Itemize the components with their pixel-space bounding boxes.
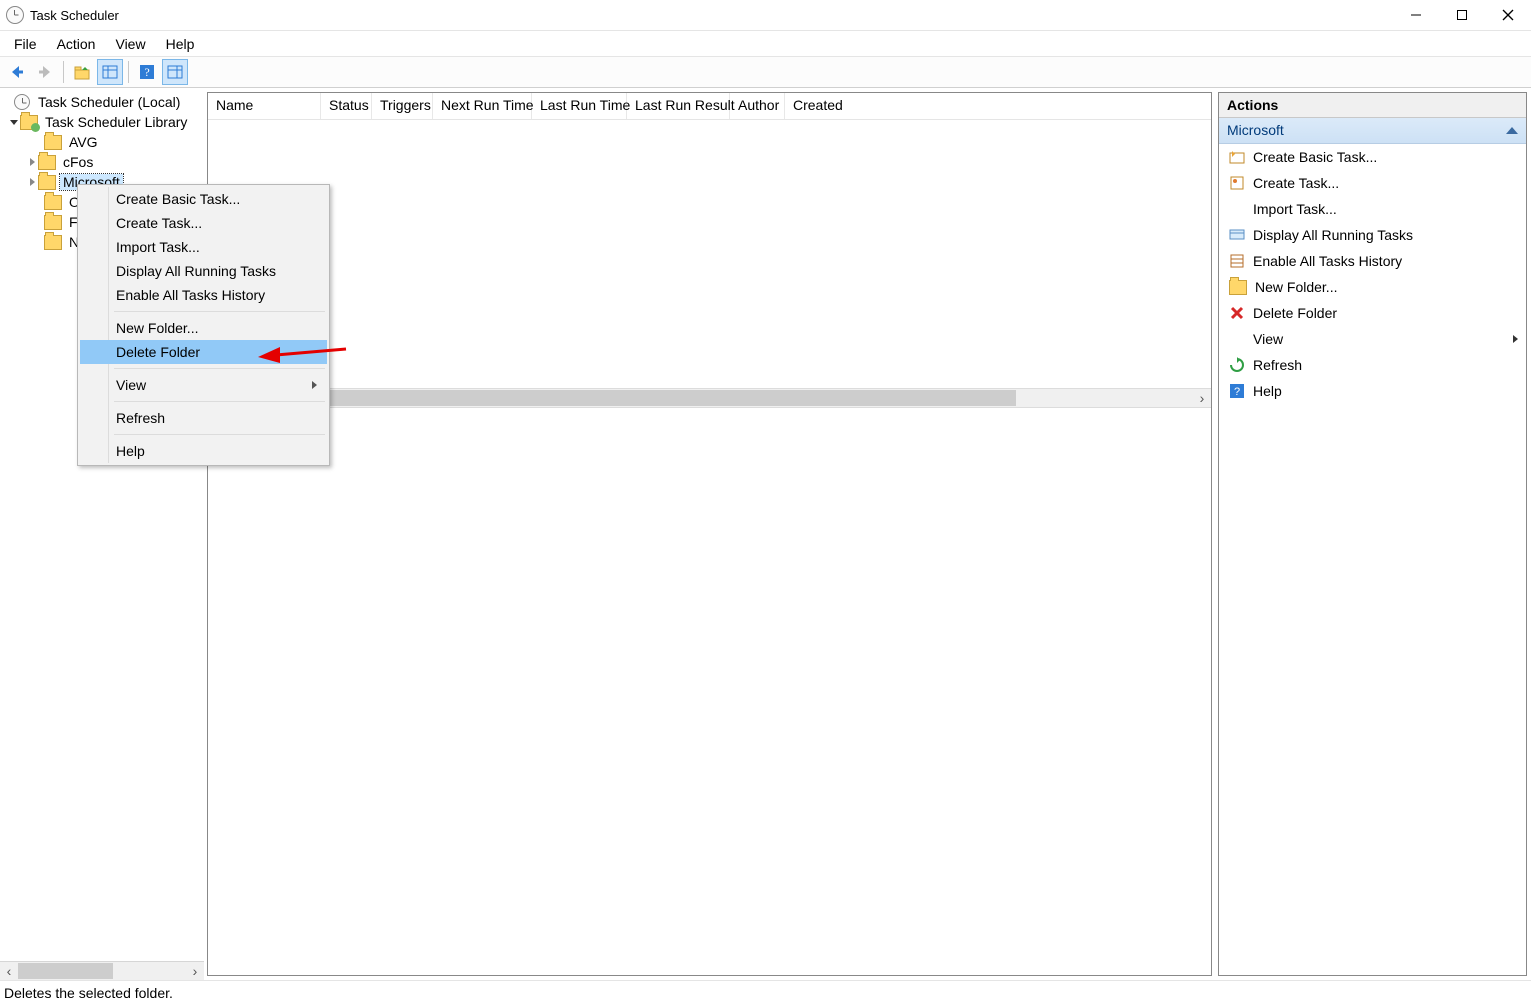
toolbar-forward-button[interactable] [32,59,58,85]
scheduler-icon [14,94,30,110]
ctx-separator [114,311,325,312]
col-triggers[interactable]: Triggers [372,93,433,119]
action-delete-folder[interactable]: Delete Folder [1219,300,1526,326]
tree-horizontal-scrollbar[interactable]: ‹ › [0,961,204,980]
menu-action[interactable]: Action [47,34,106,54]
col-name[interactable]: Name [208,93,321,119]
col-lastres[interactable]: Last Run Result [627,93,730,119]
scroll-right-icon[interactable]: › [186,962,204,980]
action-help[interactable]: ? Help [1219,378,1526,404]
status-bar: Deletes the selected folder. [0,980,1531,1001]
folder-icon [44,235,62,250]
toolbar-help-button[interactable]: ? [134,59,160,85]
tree-folder-cfos[interactable]: cFos [0,152,204,172]
col-nextrun[interactable]: Next Run Time [433,93,532,119]
ctx-separator [114,401,325,402]
delete-icon [1229,305,1245,321]
status-text: Deletes the selected folder. [4,985,173,1001]
col-status[interactable]: Status [321,93,372,119]
context-menu: Create Basic Task... Create Task... Impo… [77,184,330,466]
folder-icon [44,135,62,150]
folder-icon [44,195,62,210]
scroll-right-icon[interactable]: › [1193,389,1211,407]
action-enable-history[interactable]: Enable All Tasks History [1219,248,1526,274]
titlebar: Task Scheduler [0,0,1531,31]
window-title: Task Scheduler [30,8,119,23]
action-view[interactable]: View [1219,326,1526,352]
ctx-create-basic-task[interactable]: Create Basic Task... [80,187,327,211]
ctx-import-task[interactable]: Import Task... [80,235,327,259]
folder-icon [1229,280,1247,295]
svg-text:?: ? [1234,386,1240,398]
expander-icon[interactable] [26,176,38,188]
tree-root[interactable]: Task Scheduler (Local) [0,92,204,112]
expander-icon[interactable] [8,116,20,128]
toolbar-actionpane-button[interactable] [162,59,188,85]
minimize-button[interactable] [1393,0,1439,30]
empty-icon [1229,331,1245,347]
folder-icon [38,155,56,170]
list-header: Name Status Triggers Next Run Time Last … [208,93,1211,120]
display-icon [1229,227,1245,243]
collapse-icon [1506,127,1518,134]
ctx-separator [114,368,325,369]
action-create-basic-task[interactable]: Create Basic Task... [1219,144,1526,170]
submenu-icon [1513,335,1518,343]
menu-help[interactable]: Help [156,34,205,54]
toolbar-separator [63,61,64,83]
toolbar-console-tree-button[interactable] [97,59,123,85]
toolbar: ? [0,57,1531,88]
folder-icon [44,215,62,230]
list-horizontal-scrollbar[interactable]: › [208,388,1211,408]
task-icon [1229,175,1245,191]
ctx-enable-history[interactable]: Enable All Tasks History [80,283,327,307]
actions-header: Actions [1219,93,1526,118]
ctx-separator [114,434,325,435]
submenu-icon [312,381,317,389]
action-new-folder[interactable]: New Folder... [1219,274,1526,300]
empty-icon [1229,201,1245,217]
col-author[interactable]: Author [730,93,785,119]
wizard-icon [1229,149,1245,165]
ctx-refresh[interactable]: Refresh [80,406,327,430]
toolbar-back-button[interactable] [4,59,30,85]
ctx-view[interactable]: View [80,373,327,397]
action-import-task[interactable]: Import Task... [1219,196,1526,222]
svg-text:?: ? [144,65,149,79]
actions-pane: Actions Microsoft Create Basic Task... C… [1218,92,1527,976]
expander-icon[interactable] [26,156,38,168]
help-icon: ? [1229,383,1245,399]
ctx-create-task[interactable]: Create Task... [80,211,327,235]
toolbar-up-button[interactable] [69,59,95,85]
scroll-thumb[interactable] [18,963,113,979]
scroll-left-icon[interactable]: ‹ [0,962,18,980]
tree-library[interactable]: Task Scheduler Library [0,112,204,132]
close-button[interactable] [1485,0,1531,30]
action-display-running[interactable]: Display All Running Tasks [1219,222,1526,248]
toolbar-separator [128,61,129,83]
actions-group-header[interactable]: Microsoft [1219,118,1526,144]
menu-view[interactable]: View [105,34,155,54]
col-lastrun[interactable]: Last Run Time [532,93,627,119]
ctx-new-folder[interactable]: New Folder... [80,316,327,340]
col-created[interactable]: Created [785,93,849,119]
ctx-delete-folder[interactable]: Delete Folder [80,340,327,364]
menu-file[interactable]: File [4,34,47,54]
action-refresh[interactable]: Refresh [1219,352,1526,378]
maximize-button[interactable] [1439,0,1485,30]
refresh-icon [1229,357,1245,373]
menubar: File Action View Help [0,31,1531,57]
folder-icon [20,115,38,130]
folder-icon [38,175,56,190]
tree-folder-avg[interactable]: AVG [0,132,204,152]
ctx-display-running[interactable]: Display All Running Tasks [80,259,327,283]
history-icon [1229,253,1245,269]
list-area[interactable]: › [208,120,1211,975]
ctx-help[interactable]: Help [80,439,327,463]
task-list-pane: Name Status Triggers Next Run Time Last … [207,92,1212,976]
app-icon [6,6,24,24]
action-create-task[interactable]: Create Task... [1219,170,1526,196]
